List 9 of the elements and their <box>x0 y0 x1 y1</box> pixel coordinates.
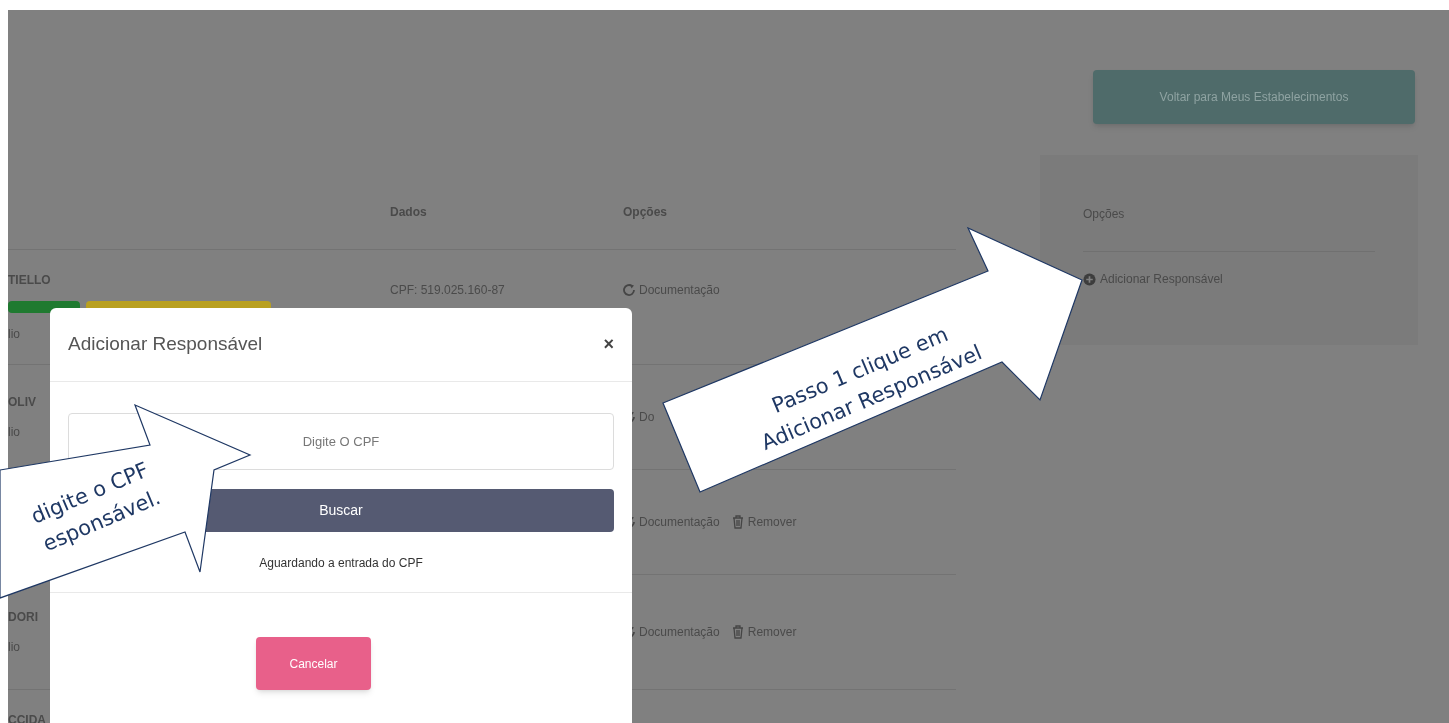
close-button[interactable]: × <box>603 331 614 358</box>
trash-icon <box>731 625 744 639</box>
refresh-icon <box>623 284 635 296</box>
status-text: Aguardando a entrada do CPF <box>259 555 423 572</box>
cancel-button[interactable]: Cancelar <box>256 637 371 690</box>
plus-circle-icon <box>1083 272 1096 286</box>
modal-title: Adicionar Responsável <box>68 332 263 357</box>
back-button[interactable]: Voltar para Meus Estabelecimentos <box>1093 70 1415 124</box>
trash-icon <box>731 515 744 529</box>
